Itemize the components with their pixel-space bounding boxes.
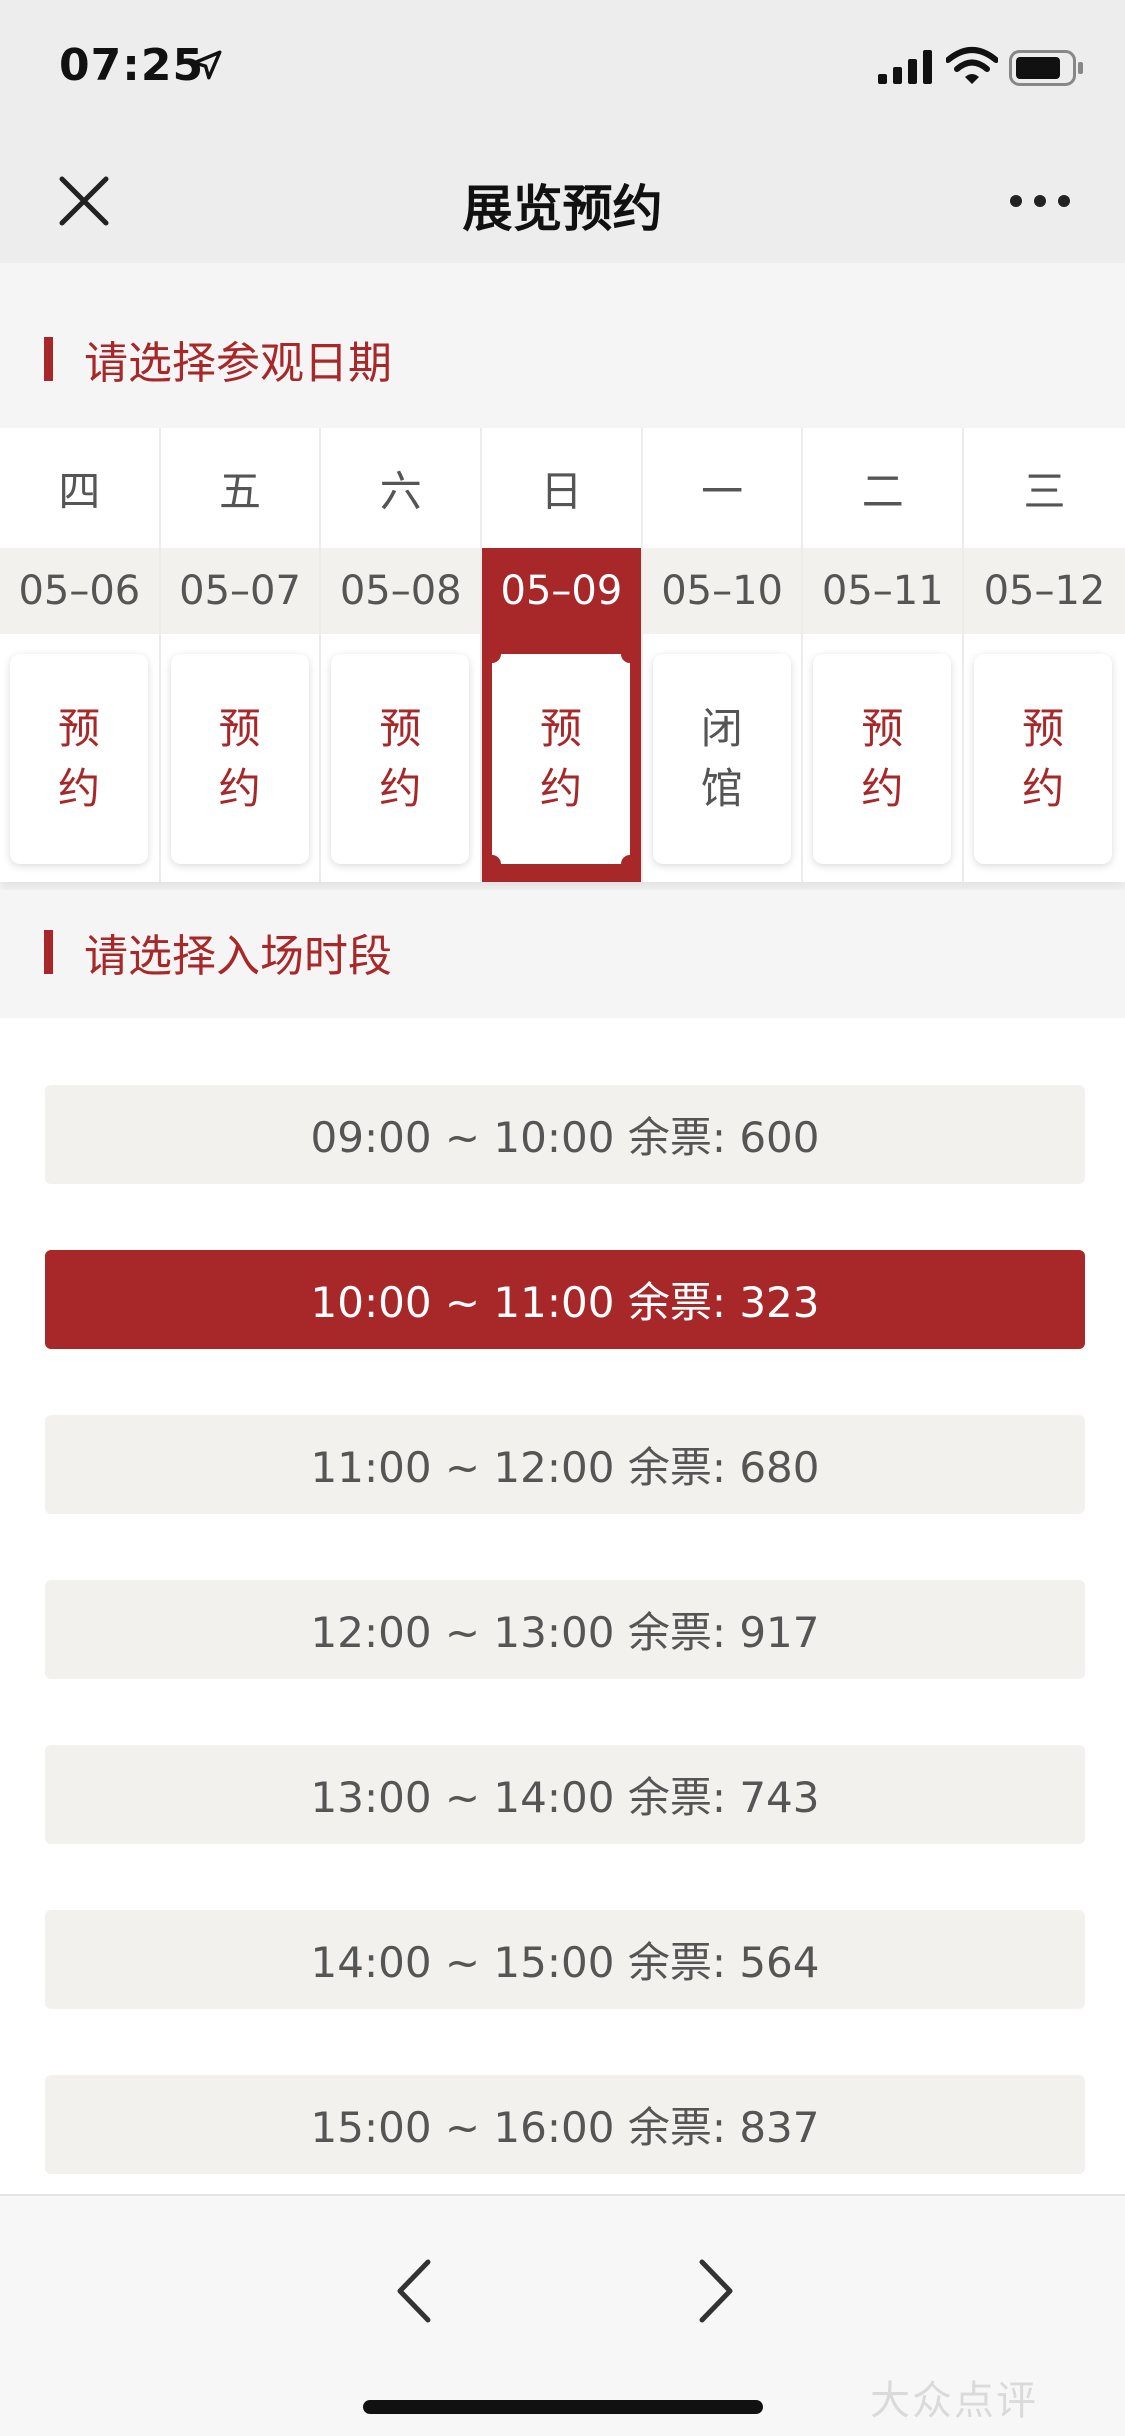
reserve-ticket[interactable]: 预 约 xyxy=(170,654,309,864)
date-picker: 四 05–06 预 约 五 05–07 预 约 六 05–08 预 约 日 05… xyxy=(0,428,1125,882)
chevron-right-icon[interactable] xyxy=(690,2256,740,2326)
date-column[interactable]: 四 05–06 预 约 xyxy=(0,428,161,882)
date-label: 05–10 xyxy=(642,548,802,634)
battery-icon xyxy=(1009,50,1083,86)
more-icon[interactable] xyxy=(1008,189,1072,213)
date-column[interactable]: 日 05–09 预 约 xyxy=(482,428,643,882)
date-column[interactable]: 五 05–07 预 约 xyxy=(160,428,322,882)
date-label: 05–11 xyxy=(803,548,963,634)
ticket-char: 约 xyxy=(540,764,583,813)
date-section-header: 请选择参观日期 xyxy=(0,297,1125,417)
date-label: 05–09 xyxy=(482,548,641,634)
reserve-ticket[interactable]: 预 约 xyxy=(331,654,470,864)
time-slot-button[interactable]: 14:00 ~ 15:00 余票: 564 xyxy=(45,1910,1085,2009)
wifi-icon xyxy=(946,47,998,84)
reserve-ticket[interactable]: 预 约 xyxy=(10,654,148,864)
nav-bar: 展览预约 xyxy=(0,135,1125,263)
ticket-char: 约 xyxy=(1022,764,1065,813)
ticket-notch xyxy=(621,645,640,663)
weekday-label: 三 xyxy=(964,428,1125,548)
ticket-char: 预 xyxy=(861,704,904,753)
ticket-char: 预 xyxy=(218,704,261,753)
watermark: 大众点评 xyxy=(870,2378,1038,2424)
time-slot-button[interactable]: 15:00 ~ 16:00 余票: 837 xyxy=(45,2075,1085,2174)
weekday-label: 四 xyxy=(0,428,159,548)
time-slot-button[interactable]: 10:00 ~ 11:00 余票: 323 xyxy=(45,1250,1085,1349)
ticket-char: 预 xyxy=(379,704,422,753)
closed-ticket: 闭 馆 xyxy=(652,654,791,864)
ticket-notch xyxy=(483,855,502,873)
location-arrow-icon xyxy=(192,50,222,80)
weekday-label: 六 xyxy=(321,428,481,548)
ticket-char: 约 xyxy=(218,764,261,813)
ticket-char: 预 xyxy=(540,704,583,753)
date-column[interactable]: 二 05–11 预 约 xyxy=(803,428,965,882)
weekday-label: 一 xyxy=(642,428,802,548)
time-slot-list: 09:00 ~ 10:00 余票: 600 10:00 ~ 11:00 余票: … xyxy=(0,1018,1125,2194)
time-section-header: 请选择入场时段 xyxy=(0,890,1125,1010)
ticket-char: 预 xyxy=(1022,704,1065,753)
time-slot-button[interactable]: 09:00 ~ 10:00 余票: 600 xyxy=(45,1085,1085,1184)
date-label: 05–12 xyxy=(964,548,1125,634)
date-label: 05–07 xyxy=(160,548,320,634)
ticket-char: 约 xyxy=(57,764,100,813)
time-slot-button[interactable]: 13:00 ~ 14:00 余票: 743 xyxy=(45,1745,1085,1844)
chevron-left-icon[interactable] xyxy=(390,2256,440,2326)
status-time: 07:25 xyxy=(59,40,205,91)
weekday-label: 五 xyxy=(160,428,320,548)
weekday-label: 日 xyxy=(482,428,641,548)
reserve-ticket[interactable]: 预 约 xyxy=(974,654,1113,864)
ticket-char: 闭 xyxy=(700,704,743,753)
date-label: 05–06 xyxy=(0,548,159,634)
signal-icon xyxy=(878,50,932,84)
time-slot-button[interactable]: 11:00 ~ 12:00 余票: 680 xyxy=(45,1415,1085,1514)
time-slot-button[interactable]: 12:00 ~ 13:00 余票: 917 xyxy=(45,1580,1085,1679)
bottom-toolbar: 大众点评 xyxy=(0,2194,1125,2436)
reserve-ticket[interactable]: 预 约 xyxy=(813,654,952,864)
section-accent-bar xyxy=(44,930,53,974)
section-accent-bar xyxy=(44,337,53,381)
date-label: 05–08 xyxy=(321,548,481,634)
home-indicator xyxy=(363,2400,763,2414)
status-bar: 07:25 xyxy=(0,0,1125,135)
ticket-char: 预 xyxy=(57,704,100,753)
ticket-char: 馆 xyxy=(700,764,743,813)
reserve-ticket[interactable]: 预 约 xyxy=(483,645,640,873)
date-section-title: 请选择参观日期 xyxy=(84,338,392,389)
date-column[interactable]: 三 05–12 预 约 xyxy=(964,428,1125,882)
page-title: 展览预约 xyxy=(462,180,663,238)
ticket-notch xyxy=(621,855,640,873)
date-column[interactable]: 六 05–08 预 约 xyxy=(321,428,483,882)
weekday-label: 二 xyxy=(803,428,963,548)
time-section-title: 请选择入场时段 xyxy=(84,931,392,982)
date-column[interactable]: 一 05–10 闭 馆 xyxy=(642,428,804,882)
ticket-char: 约 xyxy=(379,764,422,813)
ticket-char: 约 xyxy=(861,764,904,813)
ticket-notch xyxy=(483,645,502,663)
